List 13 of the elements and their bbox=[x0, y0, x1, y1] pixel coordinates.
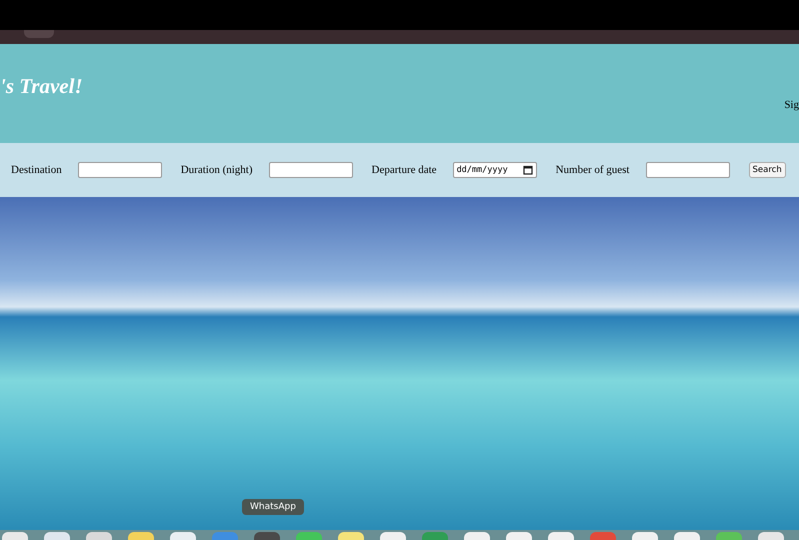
sign-link[interactable]: Sig bbox=[784, 99, 799, 111]
date-field[interactable]: dd/mm/yyyy bbox=[452, 162, 537, 178]
site-title: 's Travel! bbox=[0, 74, 83, 99]
calendar-icon bbox=[522, 165, 533, 175]
field-label: Departure date bbox=[372, 164, 437, 176]
field-label: Number of guest bbox=[556, 164, 630, 176]
field-label: Destination bbox=[11, 164, 62, 176]
input-field[interactable] bbox=[646, 162, 730, 178]
field-label: Duration (night) bbox=[180, 164, 253, 176]
search-button[interactable]: Search bbox=[748, 162, 786, 178]
input-field[interactable] bbox=[268, 162, 353, 178]
tooltip: WhatsApp bbox=[242, 499, 304, 515]
input-field[interactable] bbox=[78, 162, 162, 178]
